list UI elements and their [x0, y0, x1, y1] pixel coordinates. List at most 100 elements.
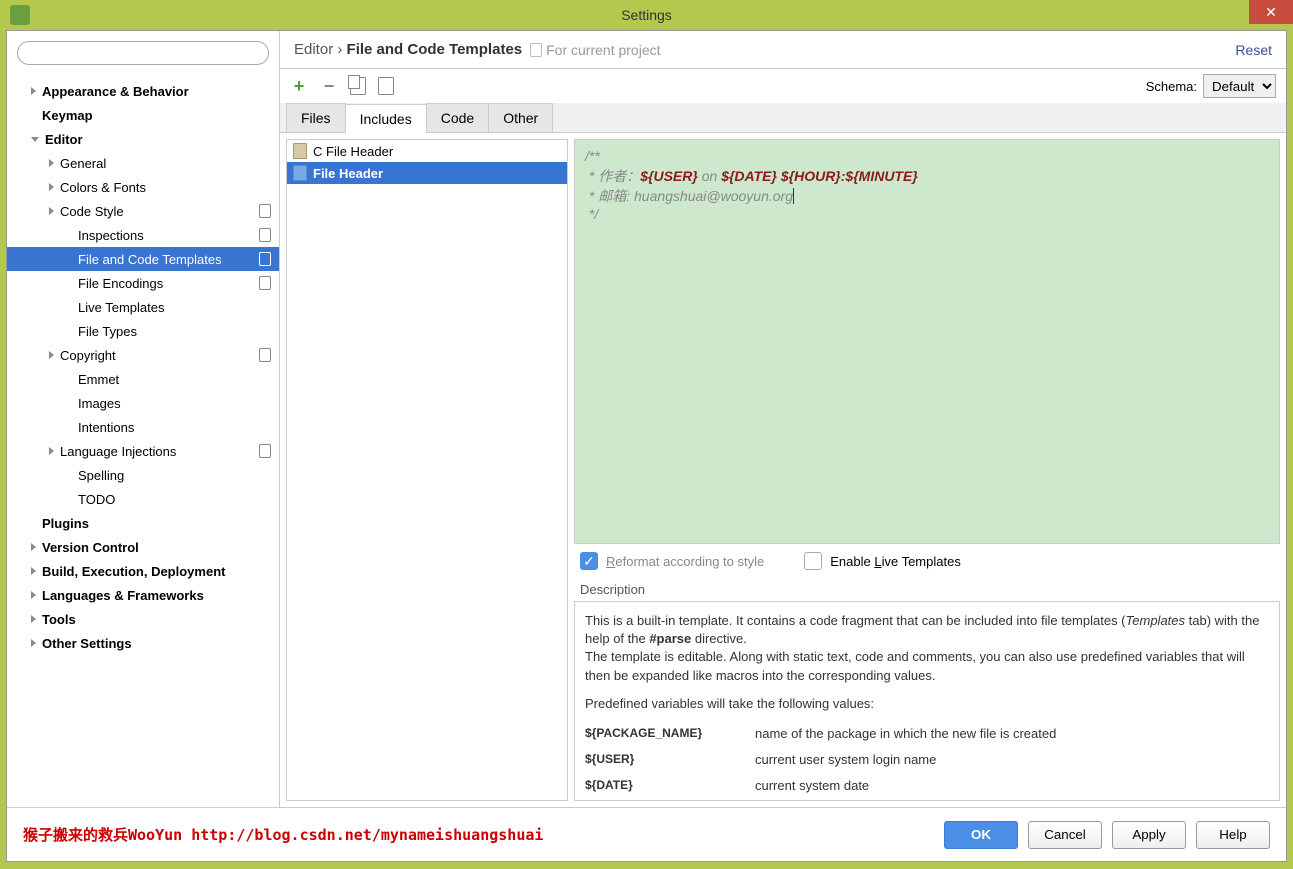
- sidebar-item-label: TODO: [78, 492, 115, 507]
- sidebar-item-appearance-behavior[interactable]: Appearance & Behavior: [7, 79, 279, 103]
- app-icon: [10, 5, 30, 25]
- sidebar-item-images[interactable]: Images: [7, 391, 279, 415]
- sidebar-item-label: General: [60, 156, 106, 171]
- template-list: C File Header File Header: [286, 139, 568, 801]
- project-scope-icon: [259, 252, 271, 266]
- reset-link[interactable]: Reset: [1235, 42, 1272, 58]
- watermark: 猴子搬来的救兵WooYun http://blog.csdn.net/mynam…: [23, 824, 543, 845]
- toolbar: + − Schema: Default: [280, 69, 1286, 103]
- breadcrumb-bar: Editor › File and Code Templates For cur…: [280, 31, 1286, 69]
- tab-files[interactable]: Files: [286, 103, 346, 132]
- chevron-right-icon: [49, 207, 54, 215]
- variable-name: ${USER}: [585, 751, 755, 769]
- sidebar-item-label: File Encodings: [78, 276, 163, 291]
- chevron-right-icon: [49, 447, 54, 455]
- add-button[interactable]: +: [290, 77, 308, 95]
- sidebar-item-tools[interactable]: Tools: [7, 607, 279, 631]
- sidebar-item-intentions[interactable]: Intentions: [7, 415, 279, 439]
- project-scope-icon: [259, 444, 271, 458]
- file-icon: [293, 143, 307, 159]
- sidebar-item-label: Spelling: [78, 468, 124, 483]
- cancel-button[interactable]: Cancel: [1028, 821, 1102, 849]
- sidebar-item-version-control[interactable]: Version Control: [7, 535, 279, 559]
- sidebar-item-label: Code Style: [60, 204, 124, 219]
- tab-other[interactable]: Other: [488, 103, 553, 132]
- sidebar-item-copyright[interactable]: Copyright: [7, 343, 279, 367]
- window-title: Settings: [621, 7, 672, 23]
- chevron-right-icon: [31, 87, 36, 95]
- template-button[interactable]: [378, 77, 394, 95]
- list-item[interactable]: C File Header: [287, 140, 567, 162]
- sidebar-item-build-execution-deployment[interactable]: Build, Execution, Deployment: [7, 559, 279, 583]
- list-item-label: C File Header: [313, 144, 393, 159]
- file-icon: [293, 165, 307, 181]
- copy-button[interactable]: [350, 77, 366, 95]
- sidebar-item-keymap[interactable]: Keymap: [7, 103, 279, 127]
- sidebar-item-label: Copyright: [60, 348, 116, 363]
- sidebar-item-language-injections[interactable]: Language Injections: [7, 439, 279, 463]
- sidebar-item-label: Emmet: [78, 372, 119, 387]
- search-input[interactable]: [17, 41, 269, 65]
- sidebar-item-editor[interactable]: Editor: [7, 127, 279, 151]
- settings-tree: Appearance & Behavior Keymap Editor General…: [7, 75, 279, 807]
- breadcrumb: Editor › File and Code Templates: [294, 41, 522, 58]
- tab-code[interactable]: Code: [426, 103, 489, 132]
- list-item-label: File Header: [313, 166, 383, 181]
- apply-button[interactable]: Apply: [1112, 821, 1186, 849]
- sidebar-item-file-and-code-templates[interactable]: File and Code Templates: [7, 247, 279, 271]
- reformat-checkbox[interactable]: ✓: [580, 552, 598, 570]
- sidebar-item-inspections[interactable]: Inspections: [7, 223, 279, 247]
- sidebar-item-todo[interactable]: TODO: [7, 487, 279, 511]
- list-item[interactable]: File Header: [287, 162, 567, 184]
- help-button[interactable]: Help: [1196, 821, 1270, 849]
- variable-name: ${DATE}: [585, 777, 755, 795]
- chevron-right-icon: [31, 567, 36, 575]
- sidebar-item-label: Plugins: [42, 516, 89, 531]
- template-editor[interactable]: /** * 作者：${USER} on ${DATE} ${HOUR}:${MI…: [574, 139, 1280, 544]
- chevron-right-icon: [31, 591, 36, 599]
- sidebar-item-file-encodings[interactable]: File Encodings: [7, 271, 279, 295]
- sidebar-item-languages-frameworks[interactable]: Languages & Frameworks: [7, 583, 279, 607]
- live-templates-label: Enable Live Templates: [830, 554, 961, 569]
- project-scope-icon: [259, 348, 271, 362]
- sidebar-item-label: Intentions: [78, 420, 134, 435]
- sidebar-item-label: Build, Execution, Deployment: [42, 564, 225, 579]
- sidebar-item-label: Other Settings: [42, 636, 132, 651]
- description-panel: This is a built-in template. It contains…: [574, 601, 1280, 801]
- close-button[interactable]: ✕: [1249, 0, 1293, 24]
- settings-window: Appearance & Behavior Keymap Editor General…: [6, 30, 1287, 862]
- sidebar-item-label: Appearance & Behavior: [42, 84, 189, 99]
- sidebar-item-colors-fonts[interactable]: Colors & Fonts: [7, 175, 279, 199]
- sidebar-item-label: Version Control: [42, 540, 139, 555]
- sidebar-item-label: File Types: [78, 324, 137, 339]
- sidebar-item-general[interactable]: General: [7, 151, 279, 175]
- variable-desc: current system date: [755, 777, 1269, 795]
- tabs: FilesIncludesCodeOther: [280, 103, 1286, 133]
- schema-label: Schema:: [1146, 79, 1197, 94]
- variable-desc: current user system login name: [755, 751, 1269, 769]
- live-templates-checkbox[interactable]: [804, 552, 822, 570]
- chevron-right-icon: [31, 543, 36, 551]
- project-scope-icon: [259, 228, 271, 242]
- sidebar-item-live-templates[interactable]: Live Templates: [7, 295, 279, 319]
- sidebar-item-plugins[interactable]: Plugins: [7, 511, 279, 535]
- chevron-right-icon: [49, 159, 54, 167]
- tab-includes[interactable]: Includes: [345, 104, 427, 133]
- variable-row: ${DATE}current system date: [585, 773, 1269, 799]
- chevron-right-icon: [31, 639, 36, 647]
- schema-select[interactable]: Default: [1203, 74, 1276, 98]
- sidebar-item-label: Languages & Frameworks: [42, 588, 204, 603]
- sidebar-item-emmet[interactable]: Emmet: [7, 367, 279, 391]
- ok-button[interactable]: OK: [944, 821, 1018, 849]
- sidebar-item-label: Keymap: [42, 108, 93, 123]
- main-panel: Editor › File and Code Templates For cur…: [280, 31, 1286, 807]
- variable-desc: name of the package in which the new fil…: [755, 725, 1269, 743]
- chevron-down-icon: [31, 137, 39, 142]
- chevron-right-icon: [31, 615, 36, 623]
- sidebar-item-spelling[interactable]: Spelling: [7, 463, 279, 487]
- sidebar-item-file-types[interactable]: File Types: [7, 319, 279, 343]
- sidebar-item-other-settings[interactable]: Other Settings: [7, 631, 279, 655]
- variable-row: ${USER}current user system login name: [585, 747, 1269, 773]
- sidebar-item-code-style[interactable]: Code Style: [7, 199, 279, 223]
- remove-button[interactable]: −: [320, 77, 338, 95]
